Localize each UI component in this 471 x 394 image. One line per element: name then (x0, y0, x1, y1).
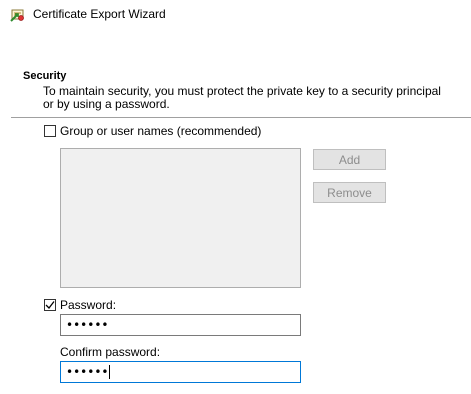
checkmark-icon (45, 301, 55, 309)
section-heading: Security (23, 70, 67, 82)
group-user-names-checkbox[interactable] (44, 125, 56, 137)
certificate-export-wizard: Certificate Export Wizard Security To ma… (0, 0, 471, 394)
password-checkbox[interactable] (44, 299, 56, 311)
password-value: •••••• (66, 318, 109, 332)
password-input[interactable]: •••••• (60, 314, 301, 336)
divider (11, 117, 471, 118)
password-label[interactable]: Password: (60, 298, 116, 312)
text-caret (109, 365, 111, 379)
group-user-list (60, 148, 301, 288)
confirm-password-value: •••••• (66, 365, 109, 379)
remove-button[interactable]: Remove (313, 182, 386, 203)
add-button[interactable]: Add (313, 149, 386, 170)
confirm-password-label: Confirm password: (60, 345, 161, 359)
window-title: Certificate Export Wizard (33, 7, 166, 21)
certificate-icon (10, 6, 28, 24)
section-description: To maintain security, you must protect t… (43, 84, 441, 111)
group-user-names-label[interactable]: Group or user names (recommended) (60, 124, 261, 138)
confirm-password-input[interactable]: •••••• (60, 361, 301, 383)
